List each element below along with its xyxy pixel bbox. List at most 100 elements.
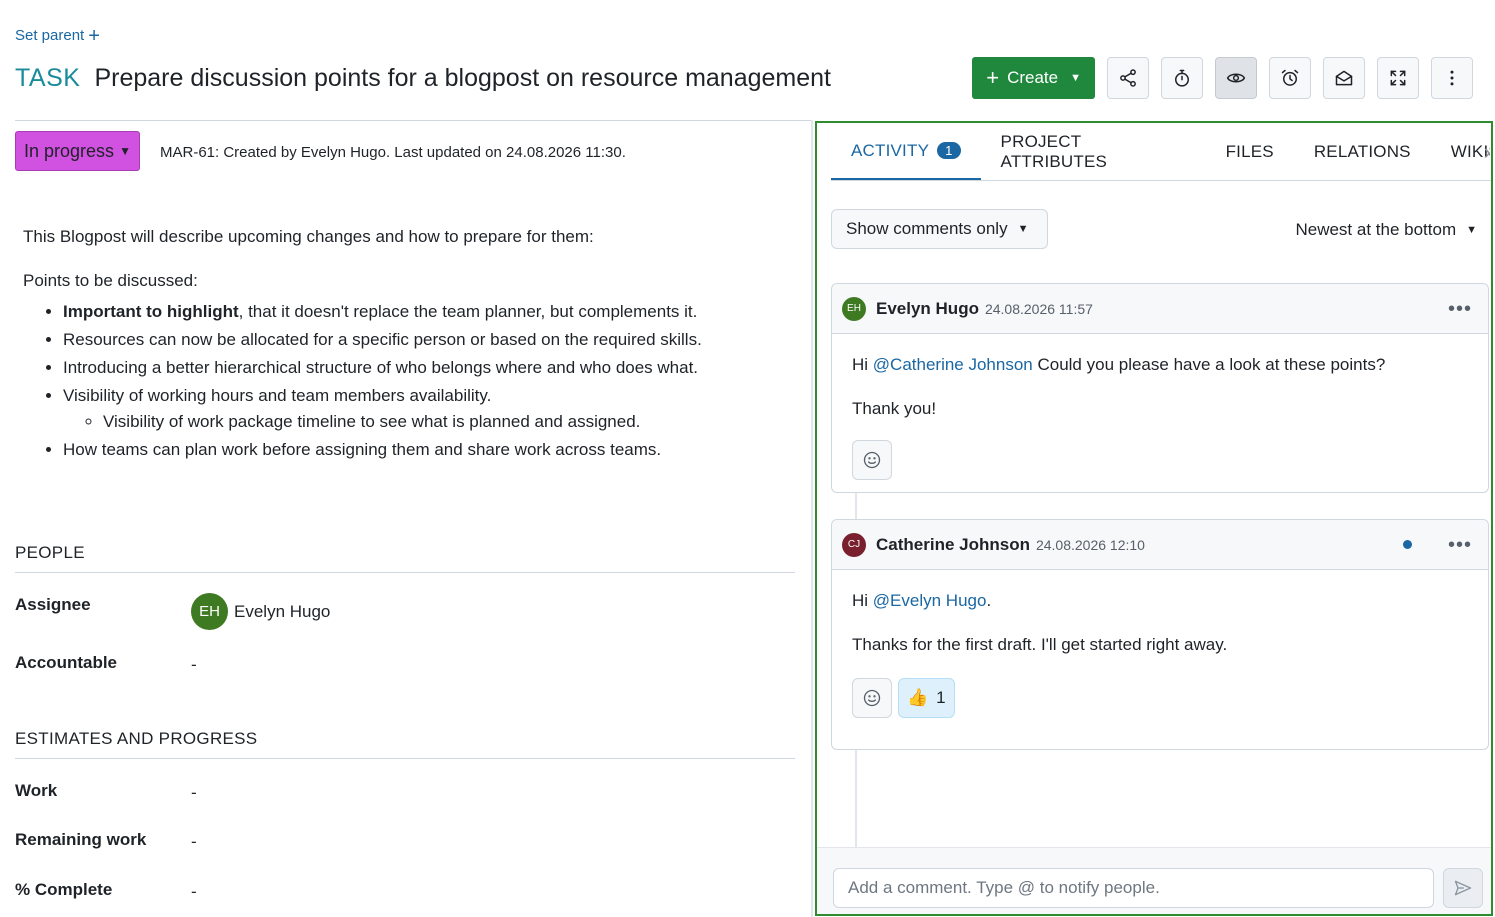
comment-card: CJ Catherine Johnson 24.08.2026 12:10 ••… [831,519,1489,750]
tab-activity[interactable]: ACTIVITY 1 [831,124,981,180]
reminder-button[interactable] [1269,57,1311,99]
reactions-bar [832,440,1488,492]
accountable-field[interactable]: - [191,655,197,675]
section-divider [15,758,795,759]
watch-button[interactable] [1215,57,1257,99]
text: . [986,591,992,610]
sort-label: Newest at the bottom [1295,220,1457,239]
list-item-text: How teams can plan work before assigning… [63,440,662,459]
send-icon [1454,880,1472,896]
work-label: Work [15,781,58,800]
user-mention[interactable]: @Evelyn Hugo [873,591,987,610]
avatar: EH [191,593,228,630]
comment-header: EH Evelyn Hugo 24.08.2026 11:57 ••• [832,284,1488,334]
share-button[interactable] [1107,57,1149,99]
description[interactable]: This Blogpost will describe upcoming cha… [23,226,803,467]
avatar[interactable]: EH [842,296,866,321]
set-parent-label: Set parent [15,27,85,44]
percent-complete-field[interactable]: - [191,882,197,902]
tab-wikis[interactable]: WIKIS [1431,124,1490,180]
timeline-line [855,492,857,520]
split-resizer[interactable] [811,120,813,917]
comment-header: CJ Catherine Johnson 24.08.2026 12:10 ••… [832,520,1488,570]
assignee-name: Evelyn Hugo [234,601,331,621]
eye-icon [1226,73,1246,83]
comment-author[interactable]: Evelyn Hugo [876,299,979,319]
set-parent-link[interactable]: Set parent + [15,26,100,46]
title-row: TASK Prepare discussion points for a blo… [15,64,831,93]
tab-project-attributes[interactable]: PROJECT ATTRIBUTES [981,124,1206,180]
create-button[interactable]: + Create ▼ [972,57,1095,99]
status-label: In progress [24,140,115,161]
caret-down-icon: ▼ [119,144,131,158]
comment-author[interactable]: Catherine Johnson [876,535,1030,555]
unread-dot-icon [1402,540,1412,549]
comment-timestamp[interactable]: 24.08.2026 11:57 [985,301,1093,317]
notification-button[interactable] [1323,57,1365,99]
header-divider [15,120,812,121]
list-item: Introducing a better hierarchical struct… [63,357,803,379]
caret-down-icon: ▼ [1466,224,1477,236]
more-horizontal-icon[interactable]: ••• [1448,535,1472,555]
work-package-type[interactable]: TASK [15,64,80,93]
remaining-work-label: Remaining work [15,830,147,849]
timeline-line [855,749,857,849]
tab-relations[interactable]: RELATIONS [1294,124,1431,180]
fullscreen-button[interactable] [1377,57,1419,99]
tab-bar: ACTIVITY 1 PROJECT ATTRIBUTES FILES RELA… [831,123,1491,181]
comment-input[interactable] [833,868,1434,908]
more-actions-button[interactable] [1431,57,1473,99]
add-reaction-button[interactable] [852,678,892,718]
list-item-text: Introducing a better hierarchical struct… [63,358,699,377]
nested-list: Visibility of work package timeline to s… [103,411,803,433]
accountable-label: Accountable [15,653,118,672]
assignee-field[interactable]: EH Evelyn Hugo [191,593,330,630]
list-item: Important to highlight, that it doesn't … [63,301,803,323]
share-icon [1120,69,1136,87]
comment-body: Hi @Evelyn Hugo. Thanks for the first dr… [832,570,1488,656]
thumbs-up-icon: 👍 [907,688,929,707]
reactions-bar: 👍 1 [832,678,1488,730]
list-item-text: Resources can now be allocated for a spe… [63,330,702,349]
caret-down-icon: ▼ [1017,223,1029,235]
section-divider [15,572,795,573]
tab-files[interactable]: FILES [1206,124,1294,180]
list-item: Visibility of work package timeline to s… [103,411,803,433]
work-package-subject[interactable]: Prepare discussion points for a blogpost… [94,64,831,93]
more-vertical-icon [1450,70,1454,86]
caret-down-icon: ▼ [1070,72,1081,84]
percent-complete-label: % Complete [15,880,113,899]
plus-icon: + [986,65,1000,90]
create-label: Create [1007,68,1059,87]
sort-order-dropdown[interactable]: Newest at the bottom ▼ [1295,220,1477,240]
work-field[interactable]: - [191,783,197,803]
more-horizontal-icon[interactable]: ••• [1448,299,1472,319]
reaction-count: 1 [936,688,946,707]
comment-body: Hi @Catherine Johnson Could you please h… [832,334,1488,420]
description-list: Important to highlight, that it doesn't … [63,301,803,461]
send-comment-button[interactable] [1443,868,1483,908]
assignee-label: Assignee [15,595,91,614]
comment-filter-dropdown[interactable]: Show comments only ▼ [831,209,1048,249]
chevron-right-icon[interactable]: › [1484,139,1491,165]
alarm-icon [1281,69,1299,86]
add-reaction-button[interactable] [852,440,892,480]
avatar[interactable]: CJ [842,532,866,557]
comment-timestamp[interactable]: 24.08.2026 12:10 [1036,537,1145,553]
remaining-work-field[interactable]: - [191,832,197,852]
thumbs-up-reaction-button[interactable]: 👍 1 [898,678,955,718]
status-dropdown[interactable]: In progress ▼ [15,131,140,171]
comment-text: Thanks for the first draft. I'll get sta… [852,635,1228,654]
envelope-open-icon [1335,70,1353,86]
stopwatch-icon [1175,69,1189,87]
list-item: How teams can plan work before assigning… [63,439,803,461]
toolbar: + Create ▼ [972,57,1473,99]
estimates-section-title: ESTIMATES AND PROGRESS [15,729,258,748]
fullscreen-icon [1390,70,1406,86]
time-tracking-button[interactable] [1161,57,1203,99]
list-item: Resources can now be allocated for a spe… [63,329,803,351]
user-mention[interactable]: @Catherine Johnson [873,355,1033,374]
text: Could you please have a look at these po… [1032,355,1386,374]
activity-panel: ACTIVITY 1 PROJECT ATTRIBUTES FILES RELA… [815,121,1493,916]
list-item: Visibility of working hours and team mem… [63,385,803,433]
